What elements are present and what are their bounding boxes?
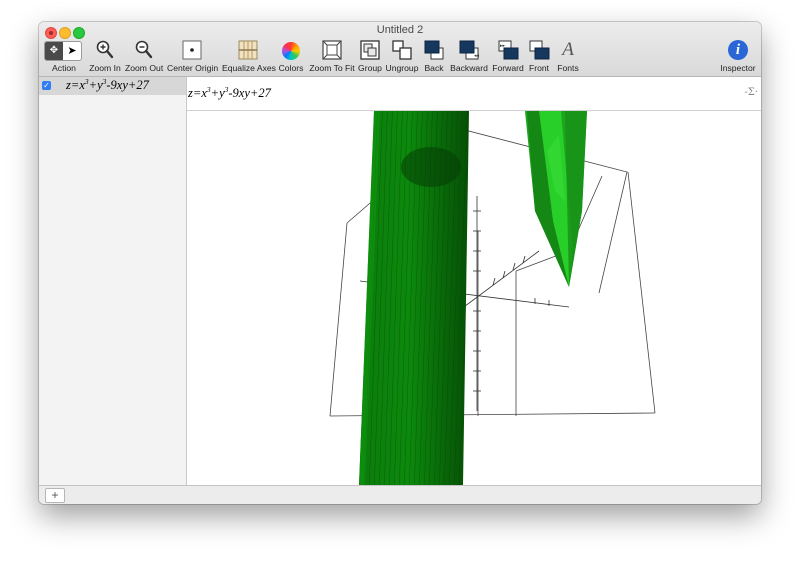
- action-label: Action: [52, 63, 76, 73]
- center-origin-button[interactable]: Center Origin: [167, 39, 219, 75]
- equation-sidebar: ✓ z=x3+y3-9xy+27: [39, 77, 187, 485]
- zoom-in-button[interactable]: Zoom In: [88, 39, 122, 75]
- svg-text:▸▸: ▸▸: [500, 43, 506, 49]
- equation-editor[interactable]: z=x3+y3-9xy+27 -Σ·: [187, 77, 761, 111]
- fonts-label: Fonts: [557, 63, 579, 73]
- equalize-axes-label: Equalize Axes: [222, 63, 276, 73]
- colors-icon: [282, 42, 300, 60]
- colors-label: Colors: [278, 63, 304, 73]
- zoom-to-fit-button[interactable]: Zoom To Fit: [307, 39, 357, 75]
- action-menu-icon[interactable]: ✥: [45, 42, 63, 60]
- equation-list-item[interactable]: ✓ z=x3+y3-9xy+27: [39, 77, 186, 95]
- front-label: Front: [528, 63, 550, 73]
- equation-visibility-checkbox[interactable]: ✓: [42, 81, 51, 90]
- zoom-to-fit-label: Zoom To Fit: [309, 63, 355, 73]
- 3d-plot-canvas[interactable]: [187, 111, 761, 485]
- backward-button[interactable]: ◂◂ Backward: [448, 39, 490, 75]
- surface-spike: [525, 111, 587, 287]
- front-icon: [529, 40, 550, 60]
- backward-icon: ◂◂: [459, 40, 480, 60]
- inspector-label: Inspector: [720, 63, 756, 73]
- group-button[interactable]: Group: [357, 39, 383, 75]
- graph-area: z=x3+y3-9xy+27 -Σ·: [187, 77, 761, 485]
- group-icon: [360, 40, 380, 60]
- zoom-to-fit-icon: [322, 40, 342, 60]
- zoom-out-icon: [135, 40, 153, 59]
- add-equation-button[interactable]: +: [45, 488, 65, 503]
- pointer-icon[interactable]: ➤: [63, 42, 81, 60]
- inspector-icon: i: [728, 40, 748, 60]
- back-icon: [424, 40, 444, 60]
- ungroup-icon: [392, 40, 412, 60]
- svg-text:◂◂: ◂◂: [474, 53, 480, 59]
- back-button[interactable]: Back: [421, 39, 447, 75]
- equation-label: z=x3+y3-9xy+27: [66, 76, 149, 92]
- center-origin-label: Center Origin: [167, 63, 219, 73]
- center-origin-icon: [182, 40, 202, 60]
- group-label: Group: [358, 63, 382, 73]
- zoom-in-label: Zoom In: [89, 63, 121, 73]
- fonts-icon: A: [562, 39, 574, 60]
- back-label: Back: [424, 63, 444, 73]
- surface-column: [359, 111, 469, 485]
- sigma-icon[interactable]: -Σ·: [744, 87, 758, 98]
- action-segmented-control[interactable]: ✥ ➤: [44, 41, 82, 61]
- equalize-axes-icon: [238, 40, 258, 60]
- equation-editor-text[interactable]: z=x3+y3-9xy+27: [188, 85, 271, 101]
- forward-icon: ▸▸: [498, 40, 519, 60]
- zoom-in-icon: [96, 40, 114, 59]
- forward-label: Forward: [492, 63, 524, 73]
- bottom-bar: +: [39, 485, 761, 504]
- zoom-out-label: Zoom Out: [125, 63, 164, 73]
- inspector-button[interactable]: i Inspector: [718, 39, 758, 75]
- front-button[interactable]: Front: [526, 39, 552, 75]
- forward-button[interactable]: ▸▸ Forward: [491, 39, 525, 75]
- colors-button[interactable]: Colors: [277, 39, 305, 75]
- fonts-button[interactable]: A Fonts: [553, 39, 583, 75]
- window-title: Untitled 2: [376, 24, 424, 36]
- zoom-out-button[interactable]: Zoom Out: [125, 39, 163, 75]
- ungroup-label: Ungroup: [385, 63, 419, 73]
- backward-label: Backward: [450, 63, 488, 73]
- equalize-axes-button[interactable]: Equalize Axes: [222, 39, 276, 75]
- action-tool[interactable]: ✥ ➤ Action: [44, 39, 84, 75]
- app-window: Untitled 2 ✥ ➤ Action Zoom In Zoom Out C…: [39, 22, 761, 504]
- title-bar: Untitled 2 ✥ ➤ Action Zoom In Zoom Out C…: [39, 22, 761, 77]
- ungroup-button[interactable]: Ungroup: [384, 39, 420, 75]
